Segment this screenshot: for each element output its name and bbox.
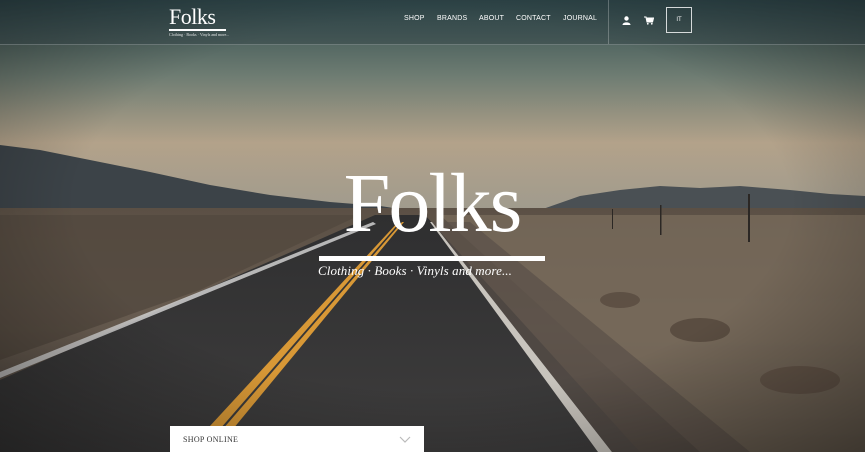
header-divider xyxy=(608,0,609,44)
language-switch-button[interactable]: IT xyxy=(666,7,692,33)
site-header: Folks Clothing · Books · Vinyls and more… xyxy=(0,0,865,45)
nav-brands[interactable]: BRANDS xyxy=(437,15,467,22)
user-icon[interactable] xyxy=(622,16,631,25)
header-logo-tagline: Clothing · Books · Vinyls and more... xyxy=(169,32,230,37)
nav-journal[interactable]: JOURNAL xyxy=(563,15,597,22)
hero-logo: Folks xyxy=(343,157,523,250)
nav-contact[interactable]: CONTACT xyxy=(516,15,551,22)
hero-logo-underline xyxy=(319,256,545,261)
chevron-down-icon xyxy=(399,436,411,443)
hero-tagline: Clothing · Books · Vinyls and more... xyxy=(318,263,512,278)
header-logo-underline xyxy=(169,29,226,31)
cart-icon[interactable] xyxy=(644,16,654,25)
nav-about[interactable]: ABOUT xyxy=(479,15,504,22)
nav-shop[interactable]: SHOP xyxy=(404,15,425,22)
shop-online-label: SHOP ONLINE xyxy=(183,435,239,444)
shop-online-dropdown[interactable]: SHOP ONLINE xyxy=(170,426,424,452)
header-logo[interactable]: Folks xyxy=(169,6,216,28)
